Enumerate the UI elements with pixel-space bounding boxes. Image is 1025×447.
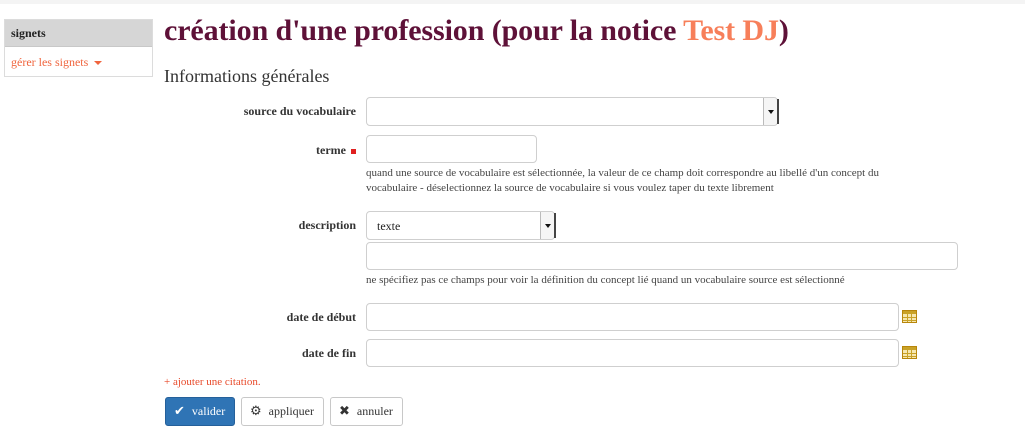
cancel-button[interactable]: ✖ annuler	[330, 397, 403, 426]
end-date-input[interactable]	[366, 339, 899, 367]
bookmarks-panel: signets gérer les signets	[4, 19, 153, 77]
term-input[interactable]	[366, 135, 537, 163]
manage-bookmarks-label: gérer les signets	[11, 55, 89, 69]
calendar-icon[interactable]	[902, 346, 917, 359]
end-date-label: date de fin	[302, 346, 356, 360]
cancel-label: annuler	[356, 404, 393, 418]
page-title: création d'une profession (pour la notic…	[164, 14, 789, 48]
add-citation-link[interactable]: + ajouter une citation.	[164, 376, 261, 388]
term-label: terme	[200, 143, 356, 158]
close-icon: ✖	[339, 404, 350, 419]
title-suffix: )	[778, 14, 789, 47]
top-bar	[0, 0, 1025, 4]
apply-label: appliquer	[268, 404, 314, 418]
title-prefix: création d'une profession (pour la notic…	[164, 14, 684, 47]
required-marker-icon	[351, 148, 356, 154]
term-help: quand une source de vocabulaire est séle…	[366, 166, 879, 196]
bookmarks-header: signets	[5, 20, 152, 47]
apply-button[interactable]: ⚙ appliquer	[241, 397, 324, 426]
title-record-name: Test DJ	[683, 14, 779, 47]
term-label-text: terme	[316, 143, 346, 157]
manage-bookmarks-link[interactable]: gérer les signets	[5, 47, 152, 70]
validate-button[interactable]: ✔ valider	[165, 397, 235, 426]
description-help: ne spécifiez pas ce champs pour voir la …	[366, 274, 845, 286]
chevron-down-icon	[763, 98, 777, 125]
select-edge	[554, 213, 556, 238]
vocab-source-label: source du vocabulaire	[243, 104, 356, 118]
caret-down-icon	[94, 61, 103, 66]
term-help-line-2: vocabulaire - déselectionnez la source d…	[366, 182, 774, 194]
calendar-icon[interactable]	[902, 310, 917, 323]
description-format-value: texte	[377, 219, 401, 233]
description-input[interactable]	[366, 242, 958, 270]
chevron-down-icon	[540, 212, 554, 239]
section-title: Informations générales	[164, 66, 330, 86]
description-label: description	[298, 218, 356, 232]
validate-label: valider	[191, 404, 226, 418]
description-format-select[interactable]: texte	[366, 211, 556, 240]
check-icon: ✔	[174, 404, 185, 419]
vocab-source-select[interactable]	[366, 97, 779, 126]
term-help-line-1: quand une source de vocabulaire est séle…	[366, 167, 879, 179]
select-edge	[777, 99, 779, 124]
start-date-input[interactable]	[366, 303, 899, 331]
start-date-label: date de début	[286, 310, 356, 324]
gear-icon: ⚙	[250, 404, 262, 419]
